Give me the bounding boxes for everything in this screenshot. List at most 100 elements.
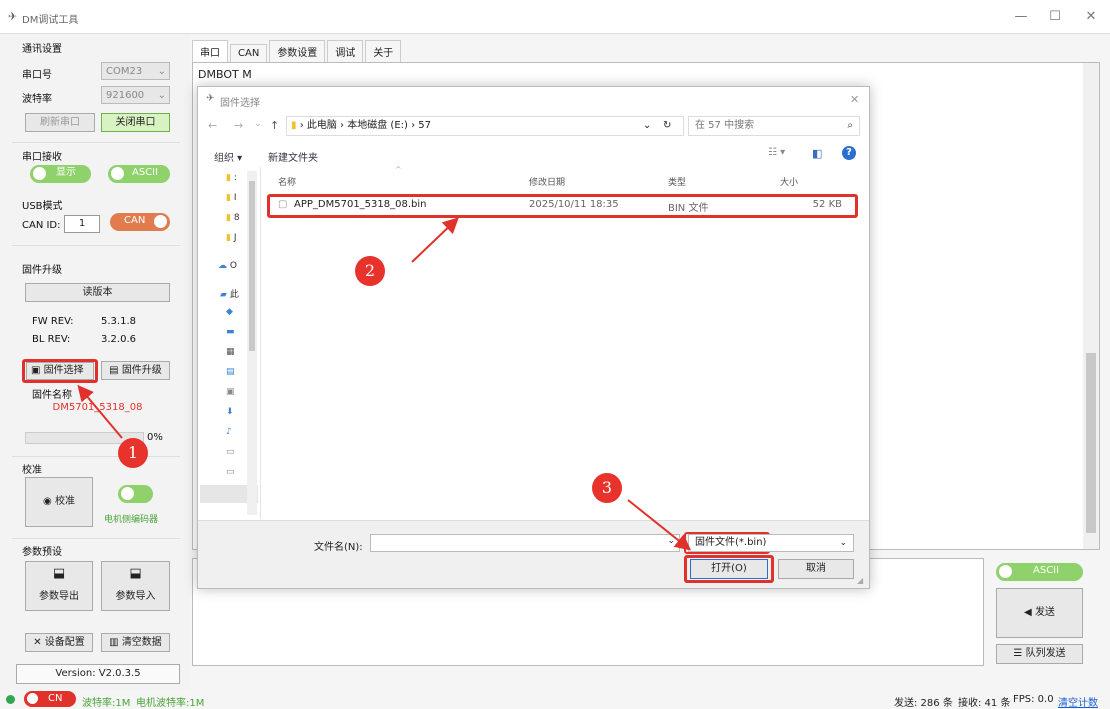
nav-item[interactable]: ⬇ (226, 407, 234, 427)
resize-grip-icon[interactable]: ◢ (857, 576, 863, 585)
nav-pane[interactable]: ▮ : ▮ I ▮ 8 ▮ J ☁ O ▰ 此 ◆ ▬ ▦ ▤ ▣ ⬇ ♪ ▭ … (198, 167, 261, 519)
annotation-badge-3: 3 (592, 473, 622, 503)
port-select[interactable]: COM23 ⌄ (101, 62, 170, 80)
nav-item[interactable]: ◆ (226, 307, 233, 327)
status-baud: 波特率:1M (82, 698, 131, 709)
tab-debug[interactable]: 调试 (327, 40, 364, 62)
nav-item[interactable]: ▭ (226, 447, 235, 467)
read-version-button[interactable]: 读版本 (25, 283, 170, 302)
tab-can[interactable]: CAN (230, 44, 268, 62)
cancel-button[interactable]: 取消 (778, 559, 854, 579)
nav-scrollbar[interactable] (247, 171, 257, 515)
file-dialog: ✈ 固件选择 ✕ ← → ⌄ ↑ ▮ › 此电脑 › 本地磁盘 (E:) › 5… (197, 86, 870, 589)
scroll-thumb[interactable] (1086, 353, 1096, 533)
close-button[interactable]: ✕ (1082, 8, 1100, 26)
nav-item[interactable]: ▤ (226, 367, 235, 387)
recent-icon[interactable]: ⌄ (254, 119, 262, 129)
filename-input[interactable]: ⌄ (370, 534, 680, 552)
help-icon[interactable]: ? (842, 146, 856, 160)
nav-item[interactable]: ☁ O (218, 261, 237, 281)
select-firmware-button[interactable]: ▣ 固件选择 (26, 362, 94, 380)
nav-item[interactable]: ▮ : (226, 173, 237, 193)
app-logo-icon: ✈ (8, 10, 18, 23)
nav-item[interactable]: ▦ (226, 347, 235, 367)
chevron-down-icon[interactable]: ⌄ (667, 536, 675, 546)
path-segment[interactable]: 本地磁盘 (E:) (347, 120, 408, 131)
back-icon[interactable]: ← (208, 119, 217, 132)
radio-icon: ◉ (43, 496, 52, 507)
column-name[interactable]: 名称 (278, 175, 296, 188)
column-size[interactable]: 大小 (780, 175, 798, 188)
device-config-button[interactable]: ✕ 设备配置 (25, 633, 93, 652)
upgrade-firmware-button[interactable]: ▤ 固件升级 (101, 361, 170, 380)
nav-item[interactable]: ▮ J (226, 233, 236, 253)
baud-select[interactable]: 921600 ⌄ (101, 86, 170, 104)
dialog-close-button[interactable]: ✕ (850, 93, 859, 106)
canid-input[interactable]: 1 (64, 215, 100, 233)
clear-data-button[interactable]: ▥ 清空数据 (101, 633, 170, 652)
tab-params[interactable]: 参数设置 (269, 40, 326, 62)
organize-menu[interactable]: 组织 ▾ (214, 149, 242, 164)
status-motor-baud: 电机波特率:1M (136, 698, 205, 709)
column-date[interactable]: 修改日期 (529, 175, 565, 188)
refresh-icon[interactable]: ↻ (663, 117, 671, 135)
nav-item[interactable]: ♪ (226, 427, 232, 447)
status-dot-icon (6, 695, 15, 704)
clear-count-link[interactable]: 清空计数 (1058, 694, 1098, 709)
bl-rev-label: BL REV: (32, 334, 71, 345)
tab-about[interactable]: 关于 (365, 40, 402, 62)
fw-name-label: 固件名称 (32, 390, 72, 401)
view-options-icon[interactable]: ☷ ▾ (768, 147, 785, 158)
folder-icon: ▣ (31, 365, 41, 376)
divider (12, 538, 180, 539)
queue-icon: ☰ (1013, 648, 1023, 659)
file-type-filter[interactable]: 固件文件(*.bin) ⌄ (688, 534, 854, 552)
encoder-toggle[interactable] (118, 485, 153, 503)
nav-item[interactable]: ▮ I (226, 193, 236, 213)
up-icon[interactable]: ↑ (270, 119, 279, 132)
import-params-button[interactable]: ⬓ 参数导入 (101, 561, 170, 611)
can-toggle[interactable]: CAN (110, 213, 170, 231)
nav-item[interactable]: ▭ (226, 467, 235, 487)
preview-pane-icon[interactable]: ◧ (812, 147, 822, 160)
forward-icon[interactable]: → (234, 119, 243, 132)
open-button[interactable]: 打开(O) (690, 559, 768, 579)
calib-radio-button[interactable]: ◉ 校准 (25, 477, 93, 527)
log-scrollbar[interactable] (1083, 63, 1099, 549)
sort-arrow-icon: ^ (395, 165, 402, 174)
progress-label: 0% (147, 432, 163, 443)
new-folder-button[interactable]: 新建文件夹 (268, 149, 318, 164)
queue-send-button[interactable]: ☰ 队列发送 (996, 644, 1083, 664)
divider (12, 142, 180, 143)
nav-item[interactable]: ▬ (226, 327, 235, 347)
minimize-button[interactable]: — (1012, 8, 1030, 26)
baud-label: 波特率 (22, 94, 52, 105)
display-toggle[interactable]: 显示 (30, 165, 91, 183)
fw-upgrade-label: 固件升级 (22, 265, 62, 276)
nav-item[interactable]: ▮ 8 (226, 213, 240, 233)
dialog-title: 固件选择 (220, 98, 260, 109)
close-port-button[interactable]: 关闭串口 (101, 113, 170, 132)
nav-item[interactable]: ▰ 此 (220, 287, 239, 307)
file-name: APP_DM5701_5318_08.bin (294, 199, 427, 210)
status-can-toggle[interactable]: CN (24, 691, 76, 707)
refresh-port-button[interactable]: 刷新串口 (25, 113, 95, 132)
export-params-button[interactable]: ⬓ 参数导出 (25, 561, 93, 611)
filename-label: 文件名(N): (314, 542, 363, 553)
maximize-button[interactable]: ☐ (1046, 8, 1064, 26)
chevron-down-icon[interactable]: ⌄ (643, 117, 651, 135)
window-title: DM调试工具 (22, 15, 79, 26)
status-bar: CN 波特率:1M 电机波特率:1M 发送: 286 条 接收: 41 条 FP… (0, 690, 1110, 709)
send-button[interactable]: ◀ 发送 (996, 588, 1083, 638)
path-segment[interactable]: 此电脑 (307, 120, 337, 131)
send-ascii-toggle[interactable]: ASCII (996, 563, 1083, 581)
address-bar[interactable]: ▮ › 此电脑 › 本地磁盘 (E:) › 57 ⌄ ↻ (286, 116, 684, 136)
scroll-thumb[interactable] (249, 181, 255, 351)
tab-serial[interactable]: 串口 (192, 40, 228, 62)
file-row[interactable]: ▢ APP_DM5701_5318_08.bin 2025/10/11 18:3… (274, 199, 854, 215)
nav-item[interactable]: ▣ (226, 387, 235, 407)
search-input[interactable]: 在 57 中搜索 ⌕ (688, 116, 860, 136)
column-type[interactable]: 类型 (668, 175, 686, 188)
ascii-toggle[interactable]: ASCII (108, 165, 170, 183)
path-segment[interactable]: 57 (418, 120, 431, 131)
